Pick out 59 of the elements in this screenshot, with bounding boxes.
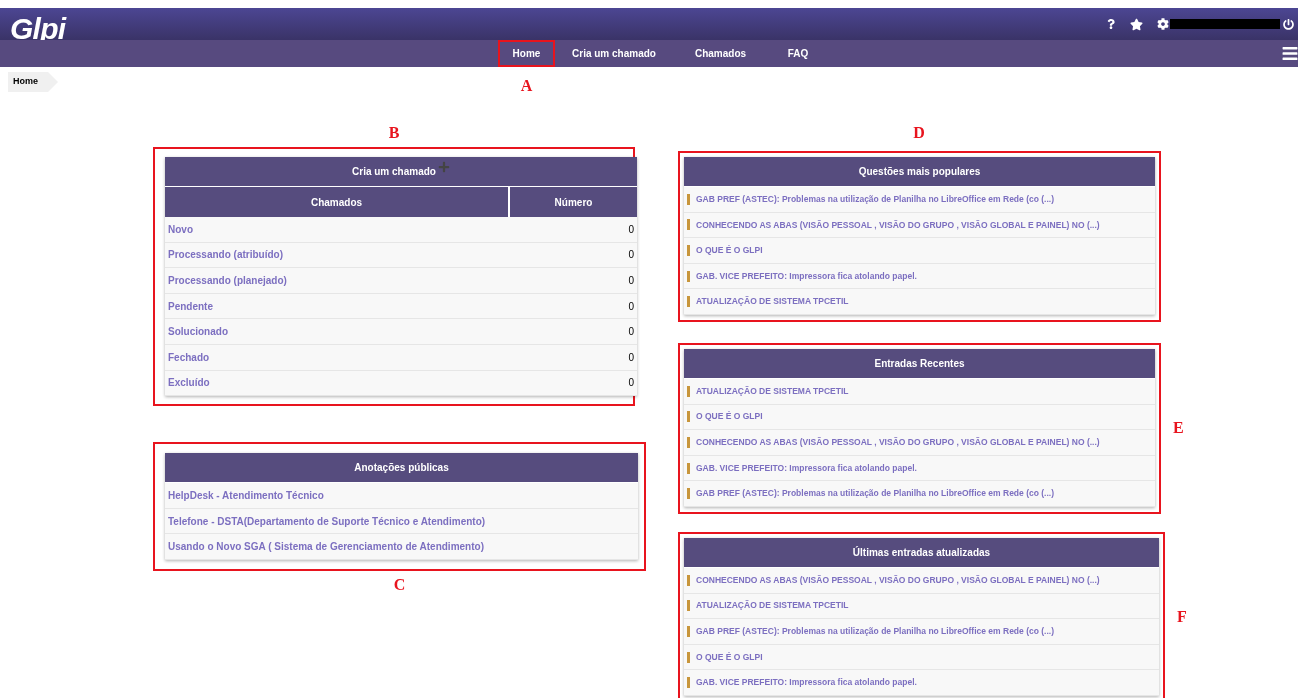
bullet-icon [687,600,690,612]
bullet-icon [687,270,690,282]
bullet-icon [687,574,690,586]
article-link[interactable]: O QUE É O GLPI [696,410,763,424]
bullet-icon [687,488,690,500]
nav-link[interactable]: Cria um chamado [572,46,656,61]
panel-title: Anotações públicas [354,461,449,476]
bullet-icon [687,385,690,397]
annotation-label: E [1173,419,1184,437]
annotation-label: D [913,125,925,141]
panel-title: Últimas entradas atualizadas [852,545,991,560]
bullet-icon [687,411,690,423]
bullet-icon [687,193,690,205]
ticket-count: 0 [628,325,634,340]
nav-link[interactable]: Chamados [694,46,747,61]
star-icon[interactable] [1130,17,1143,31]
ticket-count: 0 [628,299,634,314]
bullet-icon [687,625,690,637]
annotation-frame [498,40,555,67]
power-icon[interactable] [1283,18,1294,30]
nav-link[interactable]: Home [512,46,541,61]
article-link[interactable]: ATUALIZAÇÃO DE SISTEMA TPCETIL [696,295,849,309]
ticket-count: 0 [628,248,634,263]
logo[interactable]: Glpi [10,14,66,44]
settings-icon[interactable] [1157,18,1169,30]
nav-link[interactable]: FAQ [787,46,809,61]
panel-title: Cria um chamado [352,165,436,179]
article-link[interactable]: O QUE É O GLPI [696,650,763,664]
bullet-icon [687,219,690,231]
column-header: Número [553,195,594,210]
bullet-icon [687,677,690,689]
ticket-count: 0 [628,376,634,391]
bullet-icon [687,436,690,448]
annotation-label: A [520,78,533,94]
article-link[interactable]: ATUALIZAÇÃO DE SISTEMA TPCETIL [696,599,849,613]
bullet-icon [687,245,690,256]
annotation-label: C [393,576,406,593]
bullet-icon [687,651,690,663]
bullet-icon [687,296,690,308]
panel-title: Questões mais populares [858,165,981,179]
status-link[interactable]: Novo [168,221,629,237]
bullet-icon [687,462,690,474]
menu-icon[interactable] [1282,45,1298,62]
article-link[interactable]: O QUE É O GLPI [696,244,763,257]
status-link[interactable]: Processando (atribuído) [168,247,629,263]
ticket-count: 0 [628,274,634,288]
annotation-label: B [388,125,400,141]
status-link[interactable]: Excluído [168,375,629,391]
status-link[interactable]: Pendente [168,298,629,314]
panel-title: Entradas Recentes [874,356,965,371]
status-link[interactable]: Solucionado [168,324,629,340]
ticket-count: 0 [628,222,634,237]
breadcrumb[interactable]: Home [8,72,58,92]
annotation-label: F [1177,608,1187,626]
ticket-count: 0 [628,350,634,365]
article-link[interactable]: ATUALIZAÇÃO DE SISTEMA TPCETIL [696,384,849,398]
help-icon[interactable] [1106,19,1116,29]
status-link[interactable]: Processando (planejado) [168,273,629,288]
status-link[interactable]: Fechado [168,349,629,365]
